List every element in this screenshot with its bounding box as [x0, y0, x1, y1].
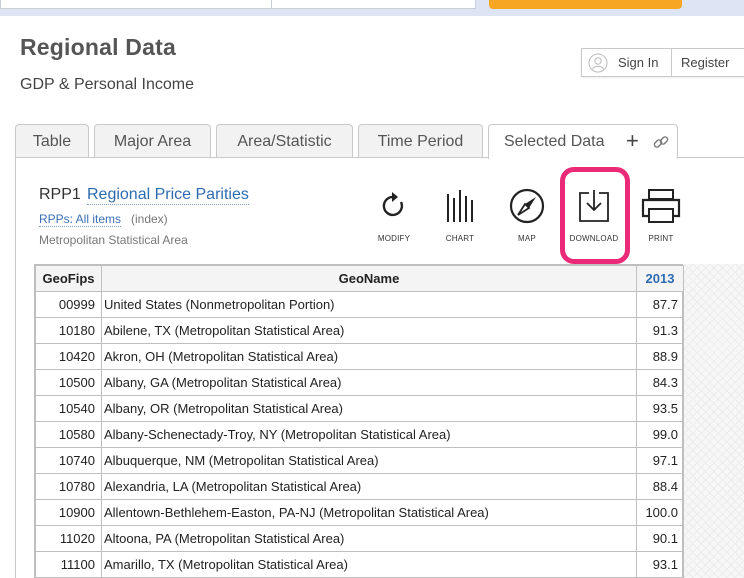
value-cell: 88.9	[636, 343, 684, 370]
table-row: 10420 Akron, OH (Metropolitan Statistical…	[35, 343, 684, 370]
geoname-cell: Amarillo, TX (Metropolitan Statistical A…	[101, 551, 637, 578]
chart-button[interactable]: CHART	[430, 188, 490, 243]
auth-box: Sign In Register	[581, 48, 744, 77]
sign-in-label: Sign In	[618, 55, 659, 70]
tab-label: Area/Statistic	[237, 132, 332, 150]
value-cell: 99.0	[636, 421, 684, 448]
table-header-row: GeoFips GeoName 2013	[35, 265, 684, 292]
tab-label: Table	[32, 132, 72, 150]
page-subtitle: GDP & Personal Income	[20, 76, 195, 93]
print-button[interactable]: PRINT	[631, 188, 691, 243]
data-table-container: GeoFips GeoName 2013 00999 United States …	[34, 264, 684, 578]
geoname-cell: Allentown-Bethlehem-Easton, PA-NJ (Metro…	[101, 499, 637, 526]
modify-label: MODIFY	[377, 234, 411, 243]
geofips-cell: 00999	[35, 291, 102, 318]
add-tab-icon[interactable]: +	[626, 130, 639, 152]
table-row: 10580 Albany-Schenectady-Troy, NY (Metrop…	[35, 421, 684, 448]
sign-in-button[interactable]: Sign In	[582, 49, 672, 76]
geoname-cell: Albany, OR (Metropolitan Statistical Are…	[101, 395, 637, 422]
geofips-cell: 10900	[35, 499, 102, 526]
top-search-field[interactable]	[0, 0, 272, 9]
table-row: 00999 United States (Nonmetropolitan Port…	[35, 291, 684, 318]
link-icon[interactable]	[652, 133, 670, 151]
table-row: 11100 Amarillo, TX (Metropolitan Statisti…	[35, 551, 684, 578]
tab-label: Selected Data	[504, 133, 605, 150]
geoname-cell: Alexandria, LA (Metropolitan Statistical…	[101, 473, 637, 500]
column-header-geofips[interactable]: GeoFips	[35, 265, 102, 292]
geofips-cell: 10540	[35, 395, 102, 422]
tab-major-area[interactable]: Major Area	[94, 124, 211, 158]
geofips-cell: 10740	[35, 447, 102, 474]
download-highlight-ring	[560, 167, 630, 264]
value-cell: 97.1	[636, 447, 684, 474]
top-action-button[interactable]	[489, 0, 682, 9]
tab-label: Major Area	[113, 132, 192, 150]
table-row: 10740 Albuquerque, NM (Metropolitan Stati…	[35, 447, 684, 474]
modify-button[interactable]: MODIFY	[364, 188, 424, 243]
user-icon	[588, 53, 608, 72]
geofips-cell: 11100	[35, 551, 102, 578]
value-cell: 93.1	[636, 551, 684, 578]
geoname-cell: Albuquerque, NM (Metropolitan Statistica…	[101, 447, 637, 474]
map-button[interactable]: MAP	[497, 188, 557, 243]
geoname-cell: United States (Nonmetropolitan Portion)	[101, 291, 637, 318]
value-cell: 93.5	[636, 395, 684, 422]
printer-icon	[641, 189, 681, 223]
value-cell: 91.3	[636, 317, 684, 344]
value-cell: 100.0	[636, 499, 684, 526]
dataset-name-link[interactable]: Regional Price Parities	[87, 186, 249, 205]
table-row: 11020 Altoona, PA (Metropolitan Statistic…	[35, 525, 684, 552]
chart-icon	[447, 190, 473, 222]
tab-time-period[interactable]: Time Period	[358, 124, 483, 158]
register-button[interactable]: Register	[672, 49, 744, 76]
map-label: MAP	[518, 234, 536, 243]
dataset-code: RPP1	[39, 186, 81, 203]
geofips-cell: 10780	[35, 473, 102, 500]
geofips-cell: 10500	[35, 369, 102, 396]
table-row: 10500 Albany, GA (Metropolitan Statistica…	[35, 369, 684, 396]
table-row: 10780 Alexandria, LA (Metropolitan Statis…	[35, 473, 684, 500]
compass-icon	[509, 188, 545, 224]
geofips-cell: 10180	[35, 317, 102, 344]
refresh-icon	[382, 192, 404, 217]
geofips-cell: 11020	[35, 525, 102, 552]
geoname-cell: Akron, OH (Metropolitan Statistical Area…	[101, 343, 637, 370]
column-header-year[interactable]: 2013	[636, 265, 684, 292]
table-row: 10180 Abilene, TX (Metropolitan Statistic…	[35, 317, 684, 344]
print-label: PRINT	[648, 234, 674, 243]
statistic-link[interactable]: RPPs: All items	[39, 212, 122, 227]
unit-label: (index)	[131, 212, 168, 226]
top-select-field[interactable]	[271, 0, 476, 9]
geoname-cell: Altoona, PA (Metropolitan Statistical Ar…	[101, 525, 637, 552]
value-cell: 88.4	[636, 473, 684, 500]
table-hatch-background	[684, 264, 744, 578]
table-row: 10540 Albany, OR (Metropolitan Statistica…	[35, 395, 684, 422]
geoname-cell: Albany, GA (Metropolitan Statistical Are…	[101, 369, 637, 396]
tab-table[interactable]: Table	[15, 124, 89, 158]
chart-label: CHART	[445, 234, 475, 243]
column-header-geoname[interactable]: GeoName	[101, 265, 637, 292]
tab-area-statistic[interactable]: Area/Statistic	[216, 124, 353, 158]
geoname-cell: Albany-Schenectady-Troy, NY (Metropolita…	[101, 421, 637, 448]
page-title: Regional Data	[20, 34, 176, 60]
geoname-cell: Abilene, TX (Metropolitan Statistical Ar…	[101, 317, 637, 344]
geofips-cell: 10420	[35, 343, 102, 370]
table-row: 10900 Allentown-Bethlehem-Easton, PA-NJ (…	[35, 499, 684, 526]
register-label: Register	[681, 55, 730, 70]
value-cell: 84.3	[636, 369, 684, 396]
value-cell: 90.1	[636, 525, 684, 552]
geofips-cell: 10580	[35, 421, 102, 448]
tab-selected-data[interactable]: Selected Data	[488, 124, 678, 159]
area-type-label: Metropolitan Statistical Area	[39, 233, 188, 247]
tab-label: Time Period	[377, 132, 464, 150]
data-table: GeoFips GeoName 2013 00999 United States …	[35, 265, 684, 578]
value-cell: 87.7	[636, 291, 684, 318]
